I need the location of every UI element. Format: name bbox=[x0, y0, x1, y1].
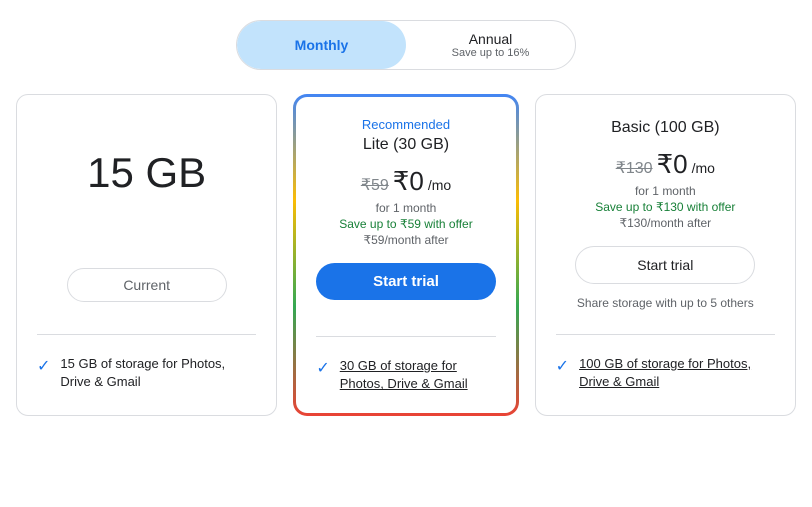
lite-check-icon: ✓ bbox=[316, 358, 329, 378]
monthly-option[interactable]: Monthly bbox=[237, 21, 406, 69]
lite-feature-row: ✓ 30 GB of storage for Photos, Drive & G… bbox=[316, 357, 495, 393]
free-divider bbox=[37, 334, 256, 335]
annual-save-text: Save up to 16% bbox=[452, 47, 530, 59]
lite-divider bbox=[316, 336, 495, 337]
free-feature-text: 15 GB of storage for Photos, Drive & Gma… bbox=[60, 355, 256, 391]
free-check-icon: ✓ bbox=[37, 356, 50, 376]
basic-feature-text: 100 GB of storage for Photos, Drive & Gm… bbox=[579, 355, 775, 391]
basic-price-sub1: for 1 month bbox=[556, 184, 775, 198]
lite-price-original: ₹59 bbox=[361, 175, 389, 195]
basic-plan-name: Basic (100 GB) bbox=[556, 119, 775, 137]
monthly-label: Monthly bbox=[295, 37, 349, 53]
basic-price-original: ₹130 bbox=[616, 158, 653, 178]
lite-price-current: ₹0 bbox=[393, 166, 424, 197]
basic-divider bbox=[556, 334, 775, 335]
annual-option[interactable]: Annual Save up to 16% bbox=[406, 21, 575, 69]
annual-label: Annual bbox=[469, 31, 513, 47]
current-button: Current bbox=[67, 268, 227, 302]
lite-price-period: /mo bbox=[428, 177, 451, 193]
basic-start-trial-button[interactable]: Start trial bbox=[575, 246, 755, 284]
basic-share-text: Share storage with up to 5 others bbox=[556, 296, 775, 310]
lite-start-trial-button[interactable]: Start trial bbox=[316, 263, 495, 300]
basic-plan-card: Basic (100 GB) ₹130 ₹0 /mo for 1 month S… bbox=[535, 94, 796, 416]
basic-pricing-row: ₹130 ₹0 /mo bbox=[556, 149, 775, 180]
basic-check-icon: ✓ bbox=[556, 356, 569, 376]
lite-price-sub1: for 1 month bbox=[316, 201, 495, 215]
billing-toggle[interactable]: Monthly Annual Save up to 16% bbox=[236, 20, 576, 70]
lite-price-sub2: Save up to ₹59 with offer bbox=[316, 217, 495, 231]
basic-price-after: ₹130/month after bbox=[556, 216, 775, 230]
lite-card-inner: Recommended Lite (30 GB) ₹59 ₹0 /mo for … bbox=[296, 97, 515, 413]
free-plan-card: 15 GB Current ✓ 15 GB of storage for Pho… bbox=[16, 94, 277, 416]
basic-feature-row: ✓ 100 GB of storage for Photos, Drive & … bbox=[556, 355, 775, 391]
basic-price-current: ₹0 bbox=[657, 149, 688, 180]
lite-plan-name: Lite (30 GB) bbox=[316, 136, 495, 154]
basic-price-sub2: Save up to ₹130 with offer bbox=[556, 200, 775, 214]
free-storage-label: 15 GB bbox=[37, 149, 256, 197]
lite-pricing-row: ₹59 ₹0 /mo bbox=[316, 166, 495, 197]
recommended-label: Recommended bbox=[316, 117, 495, 132]
free-feature-row: ✓ 15 GB of storage for Photos, Drive & G… bbox=[37, 355, 256, 391]
lite-feature-text: 30 GB of storage for Photos, Drive & Gma… bbox=[340, 357, 496, 393]
plans-container: 15 GB Current ✓ 15 GB of storage for Pho… bbox=[16, 94, 796, 416]
basic-price-period: /mo bbox=[692, 160, 715, 176]
lite-plan-card: Recommended Lite (30 GB) ₹59 ₹0 /mo for … bbox=[293, 94, 518, 416]
lite-price-after: ₹59/month after bbox=[316, 233, 495, 247]
